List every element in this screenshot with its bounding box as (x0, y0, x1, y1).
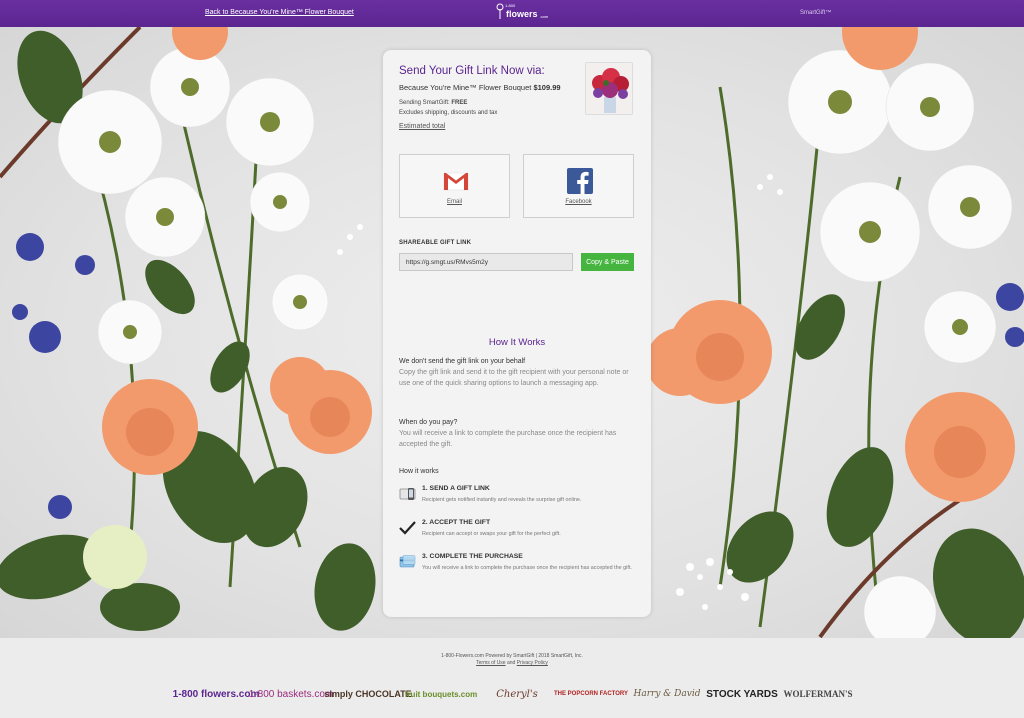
card-title: Send Your Gift Link Now via: (399, 65, 545, 77)
how-it-works-subheading: How it works (399, 468, 439, 475)
credit-card-icon (399, 555, 416, 568)
bouquet-image-icon (586, 63, 632, 114)
logo-suffix: .com (539, 14, 549, 19)
brand-fruit-bouquets-logo[interactable]: fruit bouquets.com (405, 682, 477, 706)
product-price: $109.99 (533, 83, 561, 92)
product-thumbnail (585, 62, 633, 115)
legal-links: Terms of Use and Privacy Policy (0, 660, 1024, 666)
brand-logos: 1-800 flowers.com 1-800 baskets.com simp… (173, 682, 860, 706)
step-1-description: Recipient gets notified instantly and re… (422, 497, 582, 503)
site-logo[interactable]: 1-800 flowers .com (496, 3, 548, 19)
when-pay-heading: When do you pay? (399, 419, 458, 426)
brand-simply-chocolate-logo[interactable]: simply CHOCOLATE (324, 682, 411, 706)
gift-link-card: Send Your Gift Link Now via: Because You… (383, 50, 651, 617)
gmail-icon (443, 172, 469, 191)
copy-paste-button[interactable]: Copy & Paste (581, 253, 634, 271)
brand-wolfermans-logo[interactable]: WOLFERMAN'S (782, 682, 854, 706)
no-send-body: Copy the gift link and send it to the gi… (399, 369, 629, 387)
product-name: Because You're Mine™ Flower Bouquet (399, 83, 532, 92)
shareable-link-label: SHAREABLE GIFT LINK (399, 240, 472, 246)
how-it-works-title: How It Works (488, 337, 546, 348)
brand-1800baskets-logo[interactable]: 1-800 baskets.com (249, 682, 334, 706)
flower-logo-icon (496, 3, 504, 19)
when-pay-paragraph: When do you pay? You will receive a link… (399, 417, 635, 450)
step-3-title: 3. COMPLETE THE PURCHASE (422, 553, 523, 560)
step-2-title: 2. ACCEPT THE GIFT (422, 519, 491, 526)
brand-1800flowers-logo[interactable]: 1-800 flowers.com (173, 682, 260, 706)
smartgift-brand: SmartGift™ (800, 10, 832, 16)
step-1-title: 1. SEND A GIFT LINK (422, 485, 490, 492)
terms-of-use-link[interactable]: Terms of Use (476, 660, 505, 666)
sending-value: FREE (451, 100, 468, 106)
sending-line: Sending SmartGift: FREE (399, 100, 467, 106)
no-send-paragraph: We don't send the gift link on your beha… (399, 356, 635, 389)
facebook-icon (567, 168, 593, 194)
checkmark-icon (399, 521, 416, 535)
back-to-product-link[interactable]: Back to Because You're Mine™ Flower Bouq… (205, 9, 354, 16)
logo-number: 1-800 (505, 3, 516, 8)
footer: 1-800-Flowers.com Powered by SmartGift |… (0, 638, 1024, 718)
powered-by-text: 1-800-Flowers.com Powered by SmartGift |… (441, 653, 583, 659)
logo-text: flowers (506, 9, 538, 19)
gift-link-input[interactable] (399, 253, 573, 271)
product-line: Because You're Mine™ Flower Bouquet $109… (399, 83, 561, 92)
brand-stock-yards-logo[interactable]: STOCK YARDS (706, 682, 778, 706)
step-2-description: Recipient can accept or swaps your gift … (422, 531, 561, 537)
privacy-policy-link[interactable]: Privacy Policy (517, 660, 548, 666)
brand-harry-david-logo[interactable]: Harry & David (632, 682, 702, 706)
excludes-note: Excludes shipping, discounts and tax (399, 110, 498, 116)
legal-and: and (506, 660, 516, 666)
brand-cheryls-logo[interactable]: Cheryl's (494, 682, 540, 706)
sending-label: Sending SmartGift: (399, 100, 450, 106)
share-email-label: Email (446, 199, 462, 205)
when-pay-body: You will receive a link to complete the … (399, 430, 617, 448)
share-facebook-button[interactable]: Facebook (523, 154, 634, 218)
step-3-description: You will receive a link to complete the … (422, 565, 632, 571)
phone-icon (399, 488, 416, 500)
brand-popcorn-factory-logo[interactable]: THE POPCORN FACTORY (554, 682, 628, 706)
share-email-button[interactable]: Email (399, 154, 510, 218)
share-facebook-label: Facebook (565, 199, 592, 205)
estimated-total-link[interactable]: Estimated total (399, 123, 445, 130)
top-bar: Back to Because You're Mine™ Flower Bouq… (0, 0, 1024, 27)
no-send-heading: We don't send the gift link on your beha… (399, 358, 526, 365)
